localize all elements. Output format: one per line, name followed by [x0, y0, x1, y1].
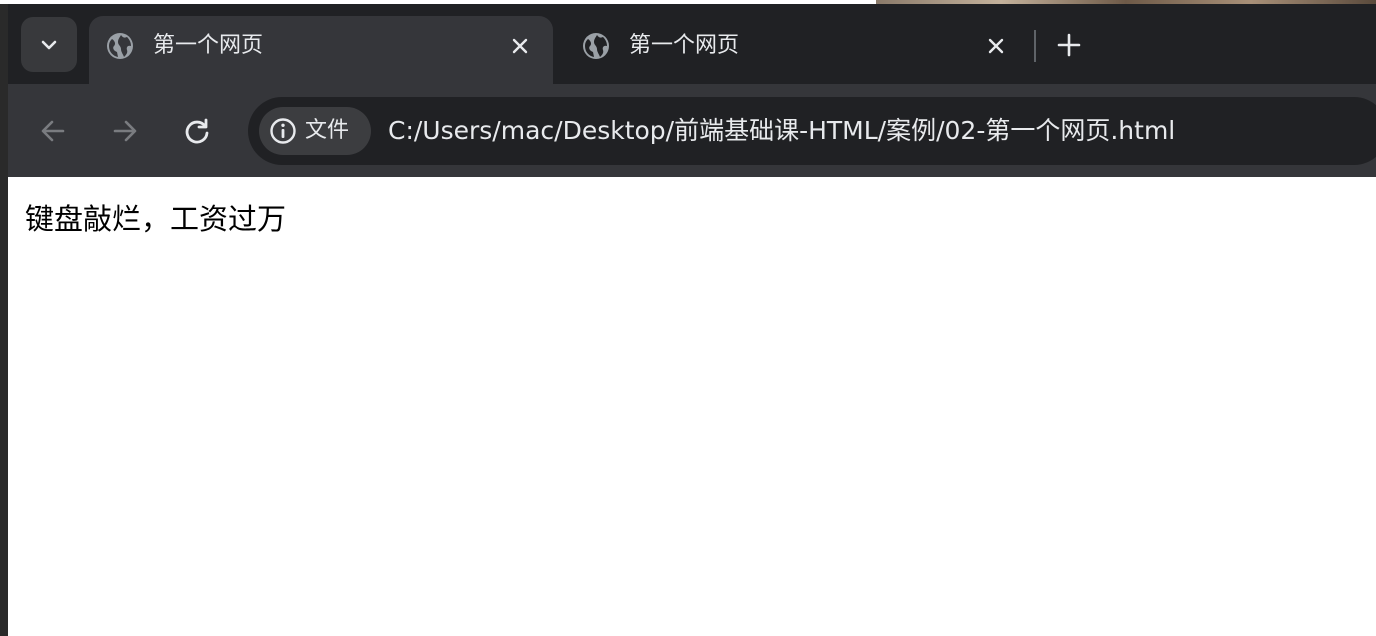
- reload-icon: [185, 118, 209, 144]
- info-icon: [270, 118, 296, 144]
- tab-separator: [1034, 30, 1036, 62]
- page-viewport: 键盘敲烂，工资过万: [8, 177, 1376, 636]
- url-text[interactable]: C:/Users/mac/Desktop/前端基础课-HTML/案例/02-第一…: [388, 115, 1175, 147]
- browser-window: 第一个网页 第一个网页 文件 C:/Users/mac/Desktop/前端基础…: [8, 4, 1376, 636]
- site-info-chip[interactable]: 文件: [259, 107, 371, 155]
- globe-icon: [107, 33, 133, 59]
- reload-button[interactable]: [175, 109, 219, 153]
- desktop-left-edge: [0, 4, 8, 636]
- tab-close-button[interactable]: [504, 30, 536, 62]
- site-info-label: 文件: [305, 118, 350, 143]
- arrow-left-icon: [41, 120, 65, 142]
- chevron-down-icon: [41, 40, 57, 49]
- address-bar[interactable]: 文件 C:/Users/mac/Desktop/前端基础课-HTML/案例/02…: [248, 97, 1376, 165]
- tab-strip: 第一个网页 第一个网页: [8, 4, 1376, 84]
- tab-title: 第一个网页: [153, 33, 264, 58]
- plus-icon: [1057, 33, 1081, 57]
- tab-title: 第一个网页: [629, 33, 740, 58]
- tab-close-button[interactable]: [980, 30, 1012, 62]
- close-icon: [988, 38, 1004, 54]
- tab-first-webpage-active[interactable]: 第一个网页: [89, 16, 553, 84]
- globe-icon: [583, 33, 609, 59]
- arrow-right-icon: [113, 120, 137, 142]
- browser-toolbar: 文件 C:/Users/mac/Desktop/前端基础课-HTML/案例/02…: [8, 84, 1376, 177]
- page-body-text: 键盘敲烂，工资过万: [25, 202, 287, 236]
- close-icon: [512, 38, 528, 54]
- forward-button[interactable]: [103, 109, 147, 153]
- new-tab-button[interactable]: [1048, 24, 1090, 66]
- tab-search-button[interactable]: [21, 17, 77, 72]
- back-button[interactable]: [31, 109, 75, 153]
- tab-first-webpage[interactable]: 第一个网页: [565, 16, 1029, 84]
